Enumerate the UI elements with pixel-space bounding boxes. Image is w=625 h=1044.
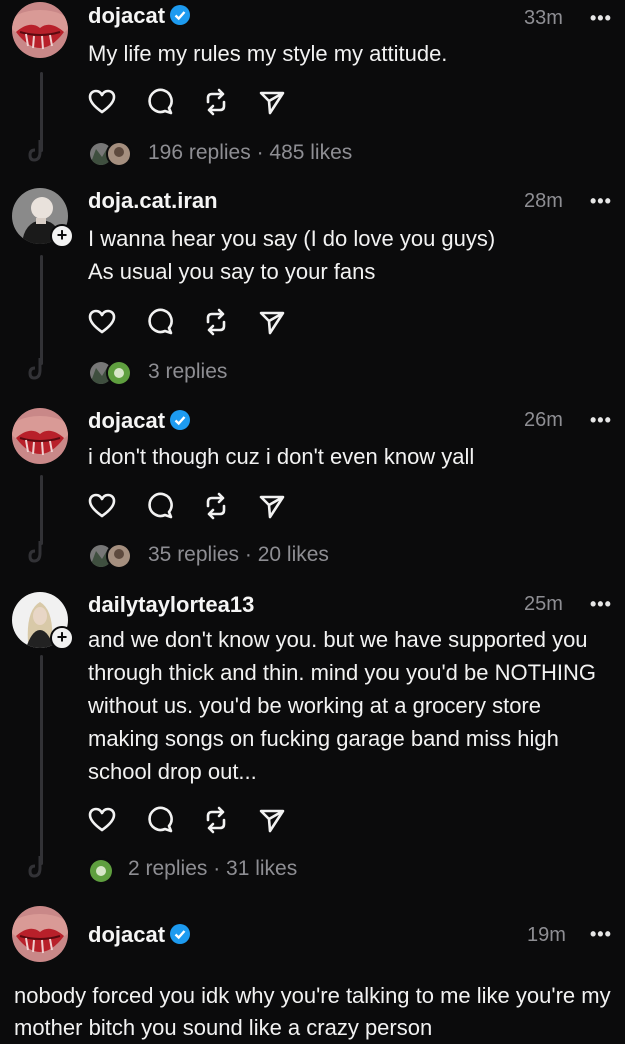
reply-avatar	[106, 141, 132, 167]
more-icon[interactable]: •••	[590, 191, 612, 212]
post-text: nobody forced you idk why you're talking…	[14, 983, 611, 1040]
repost-icon[interactable]	[202, 492, 230, 520]
more-icon[interactable]: •••	[590, 8, 612, 29]
more-icon[interactable]: •••	[590, 594, 612, 615]
follow-plus-icon[interactable]: +	[50, 626, 74, 650]
verified-icon	[170, 5, 191, 25]
timestamp: 33m	[524, 7, 563, 29]
post-actions	[88, 308, 288, 336]
repost-icon[interactable]	[202, 88, 230, 116]
thread-loop-icon	[28, 856, 42, 878]
post-actions	[88, 88, 288, 116]
heart-icon[interactable]	[88, 88, 116, 116]
post-stats[interactable]: 196 replies · 485 likes	[148, 141, 352, 165]
username[interactable]: dojacat	[88, 408, 191, 434]
timestamp: 28m	[524, 190, 563, 212]
post-stats[interactable]: 2 replies · 31 likes	[128, 857, 297, 881]
avatar[interactable]	[12, 408, 68, 464]
thread-loop-icon	[28, 541, 42, 563]
share-icon[interactable]	[258, 88, 286, 116]
share-icon[interactable]	[258, 308, 286, 336]
username[interactable]: dojacat	[88, 3, 191, 29]
verified-icon	[170, 924, 191, 944]
comment-icon[interactable]	[146, 308, 174, 336]
verified-icon	[170, 410, 191, 430]
post-text: I wanna hear you say (I do love you guys…	[88, 226, 496, 284]
thread-line	[40, 475, 43, 545]
comment-icon[interactable]	[146, 806, 174, 834]
share-icon[interactable]	[258, 492, 286, 520]
thread-line	[40, 655, 43, 865]
heart-icon[interactable]	[88, 308, 116, 336]
follow-plus-icon[interactable]: +	[50, 224, 74, 248]
heart-icon[interactable]	[88, 806, 116, 834]
username[interactable]: dailytaylortea13	[88, 592, 254, 618]
post-text: and we don't know you. but we have suppo…	[88, 627, 597, 784]
thread-line	[40, 255, 43, 365]
reply-avatar	[106, 543, 132, 569]
username-text: dojacat	[88, 922, 166, 947]
heart-icon[interactable]	[88, 492, 116, 520]
post-stats[interactable]: 3 replies	[148, 360, 227, 384]
comment-icon[interactable]	[146, 492, 174, 520]
username-text: dojacat	[88, 3, 166, 28]
username[interactable]: dojacat	[88, 922, 191, 948]
share-icon[interactable]	[258, 806, 286, 834]
thread-loop-icon	[28, 140, 42, 162]
post-text: i don't though cuz i don't even know yal…	[88, 444, 475, 469]
repost-icon[interactable]	[202, 806, 230, 834]
thread-loop-icon	[28, 358, 42, 380]
repost-icon[interactable]	[202, 308, 230, 336]
timestamp: 25m	[524, 593, 563, 615]
timestamp: 26m	[524, 409, 563, 431]
post-actions	[88, 806, 288, 834]
username[interactable]: doja.cat.iran	[88, 188, 218, 214]
more-icon[interactable]: •••	[590, 410, 612, 431]
reply-avatar	[88, 858, 114, 884]
username-text: dojacat	[88, 408, 166, 433]
post-text: My life my rules my style my attitude.	[88, 41, 448, 66]
reply-avatar	[106, 360, 132, 386]
post-actions	[88, 492, 288, 520]
comment-icon[interactable]	[146, 88, 174, 116]
timestamp: 19m	[527, 924, 566, 946]
avatar[interactable]	[12, 2, 68, 58]
post-stats[interactable]: 35 replies · 20 likes	[148, 543, 329, 567]
more-icon[interactable]: •••	[590, 924, 612, 945]
avatar[interactable]	[12, 906, 68, 962]
